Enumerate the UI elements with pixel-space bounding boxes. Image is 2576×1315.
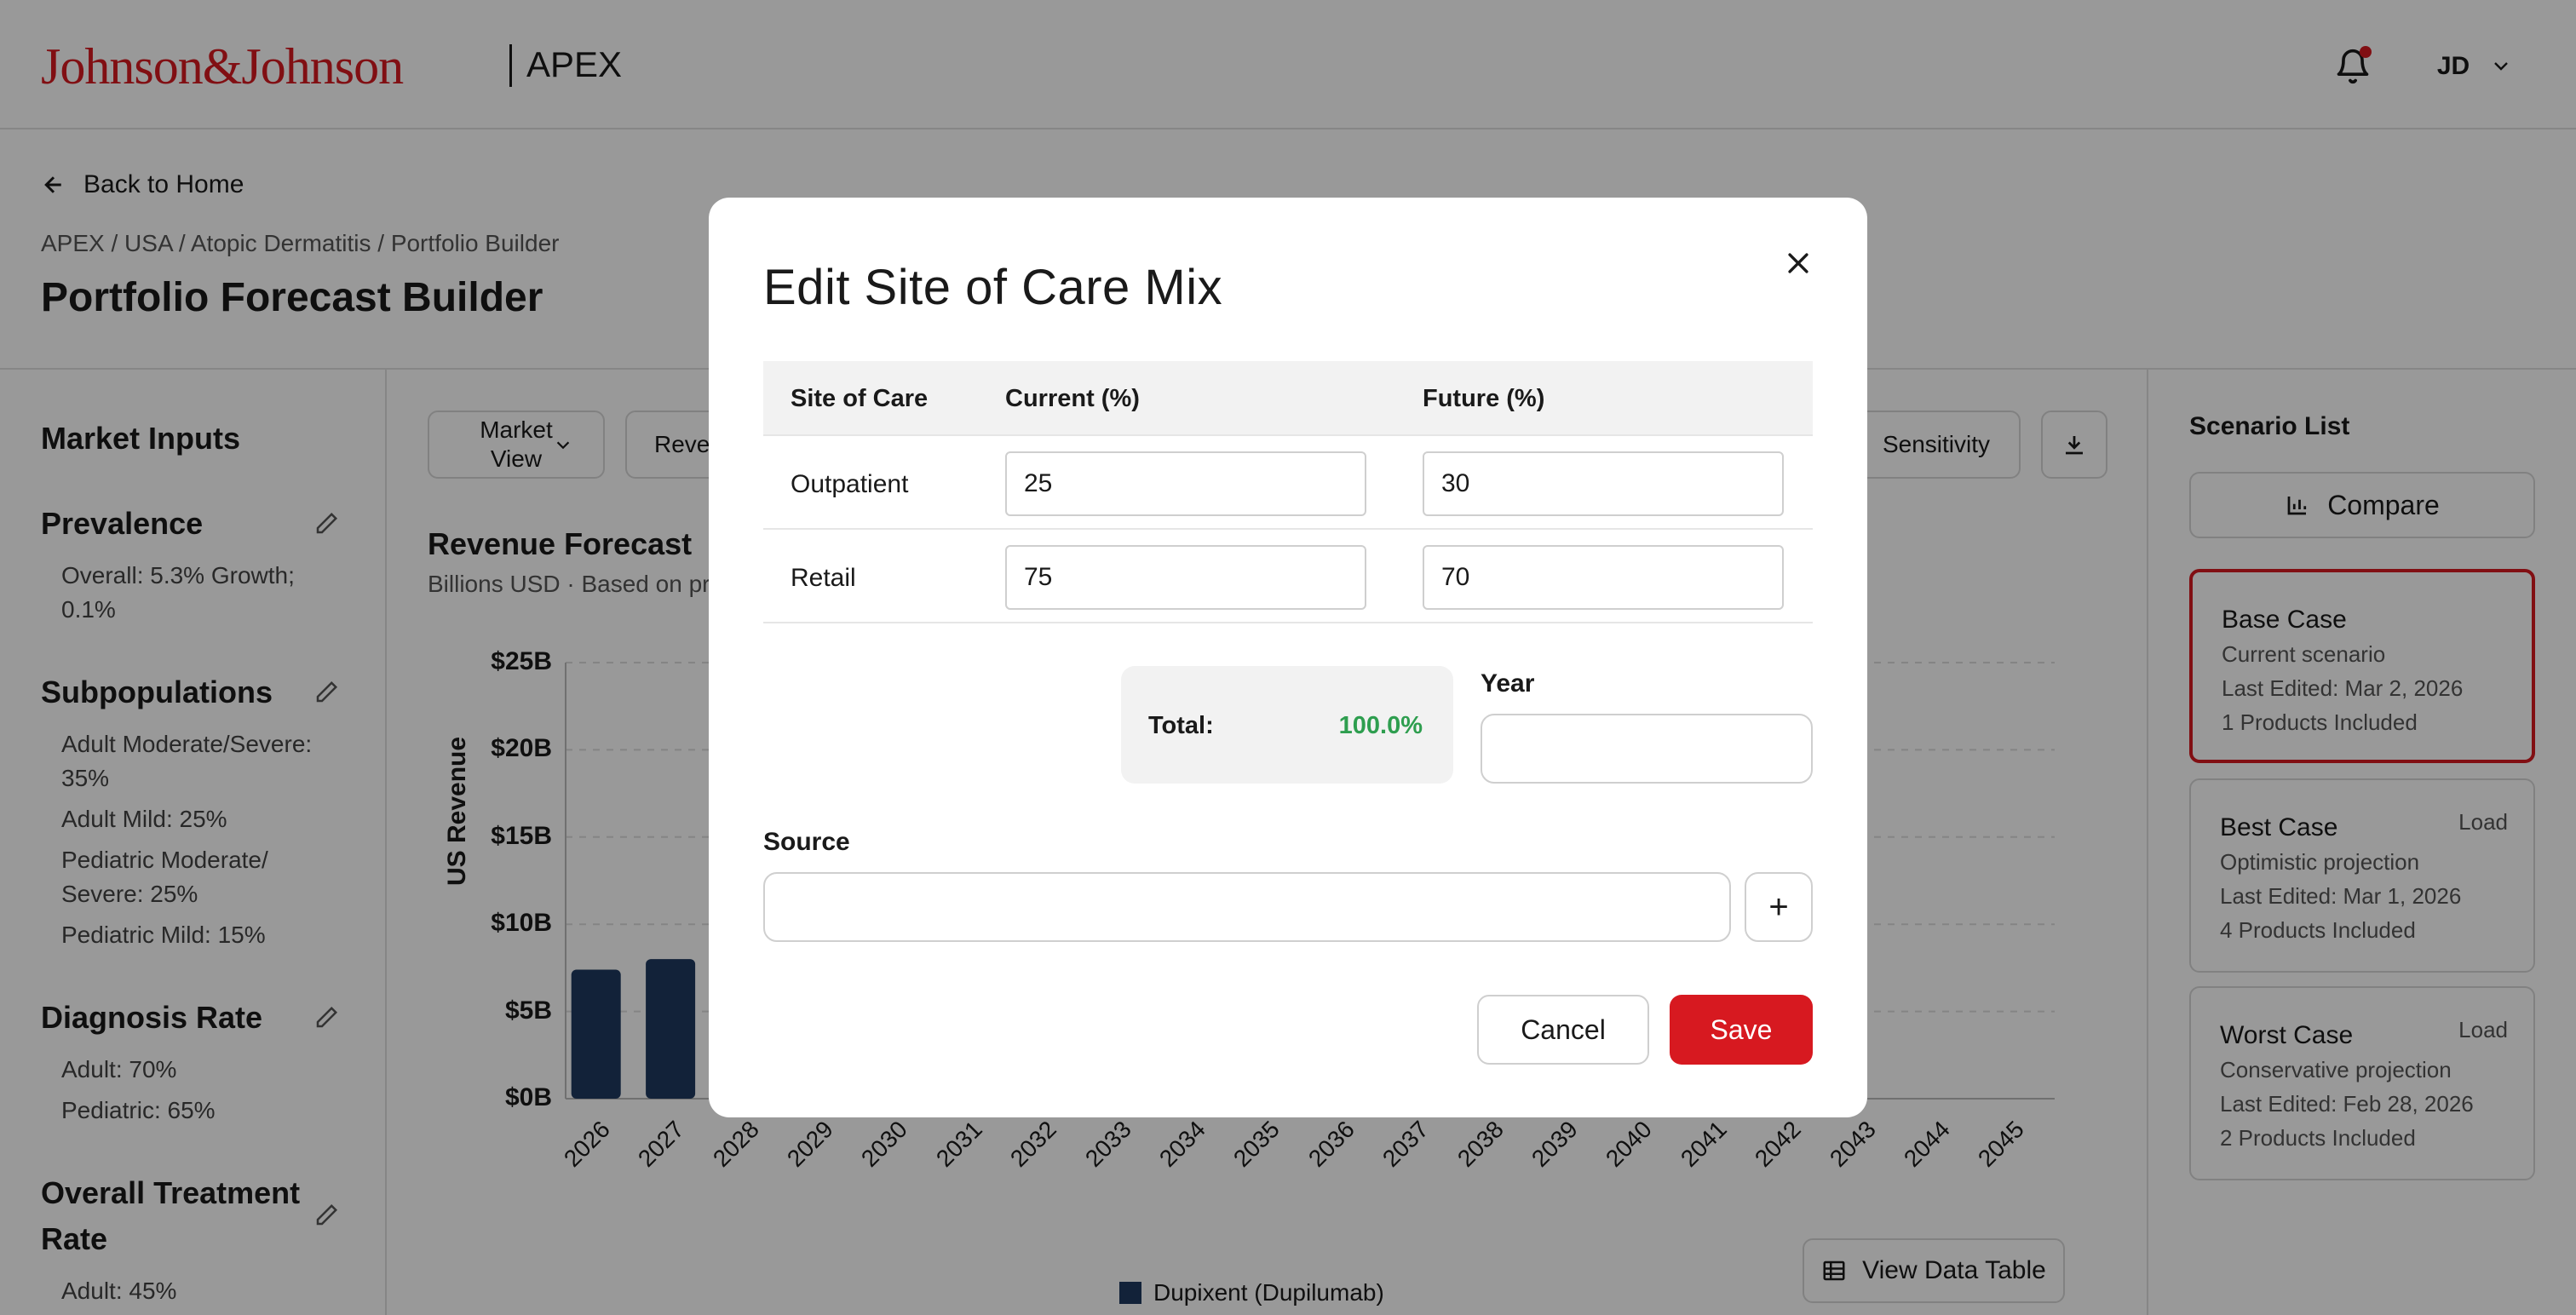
table-row: Outpatient — [763, 436, 1813, 530]
total-label: Total: — [1148, 712, 1214, 739]
source-input[interactable] — [763, 872, 1731, 942]
site-name: Outpatient — [791, 470, 909, 498]
table-header: Site of Care Current (%) Future (%) — [763, 361, 1813, 436]
column-header: Future (%) — [1423, 385, 1545, 412]
modal-title: Edit Site of Care Mix — [763, 260, 1223, 315]
year-input[interactable] — [1481, 714, 1813, 784]
add-source-button[interactable]: + — [1745, 872, 1813, 942]
year-label: Year — [1481, 669, 1535, 698]
site-name: Retail — [791, 564, 856, 592]
total-summary: Total: 100.0% — [1121, 666, 1453, 784]
retail-current-input[interactable] — [1005, 545, 1366, 610]
close-icon[interactable] — [1784, 249, 1813, 278]
table-row: Retail — [763, 530, 1813, 623]
source-label: Source — [763, 828, 850, 856]
retail-future-input[interactable] — [1423, 545, 1784, 610]
total-value: 100.0% — [1338, 712, 1423, 739]
column-header: Current (%) — [1005, 385, 1140, 412]
column-header: Site of Care — [791, 385, 929, 412]
outpatient-future-input[interactable] — [1423, 451, 1784, 516]
outpatient-current-input[interactable] — [1005, 451, 1366, 516]
site-of-care-table: Site of Care Current (%) Future (%) Outp… — [763, 361, 1813, 623]
cancel-button[interactable]: Cancel — [1477, 995, 1649, 1065]
save-button[interactable]: Save — [1670, 995, 1813, 1065]
edit-site-of-care-modal: Edit Site of Care Mix Site of Care Curre… — [709, 198, 1867, 1117]
